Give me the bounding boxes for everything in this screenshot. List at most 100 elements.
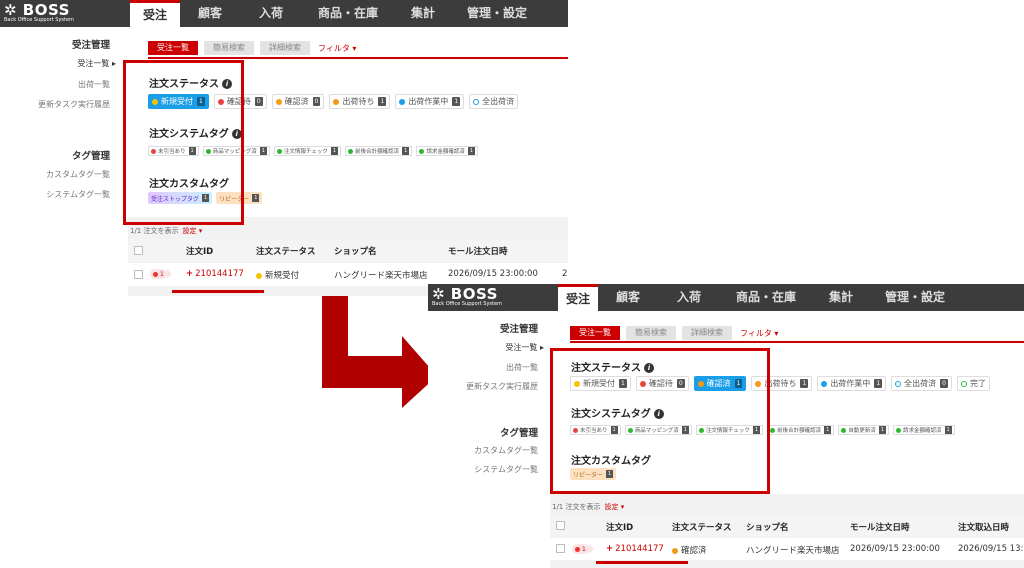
status-dot-icon <box>672 547 678 554</box>
list-settings-link[interactable]: 設定 ▾ <box>183 227 203 235</box>
col-mall-date[interactable]: モール注文日時 <box>850 521 910 533</box>
table-row[interactable]: 1 +210144177 確認済 ハングリード楽天市場店 2026/09/15 … <box>550 538 1024 560</box>
list-count-line: 1/1 注文を表示 設定 ▾ <box>130 227 203 235</box>
row-checkbox[interactable] <box>556 544 565 553</box>
nav-tab-products[interactable]: 商品・在庫 <box>720 284 812 311</box>
nav-tab-settings[interactable]: 管理・設定 <box>870 284 960 311</box>
boss-logo: ✲ BOSS Back Office Support System <box>432 285 502 307</box>
system-tag-chip[interactable]: 自動更新済 1 <box>838 425 890 435</box>
nav-tab-products[interactable]: 商品・在庫 <box>302 0 394 27</box>
subtab-detail-search[interactable]: 詳細検索 <box>260 41 310 55</box>
col-shop[interactable]: ショップ名 <box>746 521 789 533</box>
sidebar-item-custom-tags[interactable]: カスタムタグ一覧 <box>474 445 538 456</box>
filter-toggle[interactable]: フィルタ ▾ <box>318 43 356 54</box>
list-settings-link[interactable]: 設定 ▾ <box>605 503 625 511</box>
top-nav-bar: ✲ BOSS Back Office Support System 受注 顧客 … <box>0 0 568 27</box>
sidebar-item-system-tags[interactable]: システムタグ一覧 <box>46 189 110 200</box>
row-shop: ハングリード楽天市場店 <box>334 271 428 281</box>
expand-plus-icon[interactable]: + <box>606 544 613 554</box>
system-tag-chip[interactable]: 請求金額確認済 1 <box>416 146 479 156</box>
sidebar-item-order-list[interactable]: 受注一覧 ▸ <box>77 58 116 69</box>
table-row[interactable]: 1 +210144177 新規受付 ハングリード楽天市場店 2026/09/15… <box>128 263 568 286</box>
subtab-simple-search[interactable]: 簡易検索 <box>626 326 676 340</box>
nav-tab-arrivals[interactable]: 入荷 <box>658 284 720 311</box>
table-header: 注文ID 注文ステータス ショップ名 モール注文日時 <box>128 239 568 262</box>
status-chip[interactable]: 全出荷済 <box>469 94 519 109</box>
nav-tab-orders[interactable]: 受注 <box>130 0 180 27</box>
system-tag-chip[interactable]: 請求金額確認済 1 <box>893 425 955 435</box>
row-import-date: 2026/09/15 13: <box>958 544 1024 554</box>
row-status: 確認済 <box>672 544 707 556</box>
tag-dot-icon <box>770 427 776 433</box>
select-all-checkbox[interactable] <box>134 246 143 255</box>
subtab-order-list[interactable]: 受注一覧 <box>148 41 198 55</box>
subtab-underline <box>570 341 1024 343</box>
order-id-link[interactable]: +210144177 <box>606 544 664 554</box>
nav-tab-arrivals[interactable]: 入荷 <box>240 0 302 27</box>
sidebar-item-shipping[interactable]: 出荷一覧 <box>78 79 110 90</box>
tag-dot-icon <box>419 148 425 154</box>
col-order-id[interactable]: 注文ID <box>606 521 633 533</box>
status-chip[interactable]: 確認済 0 <box>271 94 325 109</box>
sidebar-item-system-tags[interactable]: システムタグ一覧 <box>474 464 538 475</box>
status-chip[interactable]: 出荷作業中 1 <box>395 94 465 109</box>
col-status[interactable]: 注文ステータス <box>672 521 732 533</box>
table-header: 注文ID 注文ステータス ショップ名 モール注文日時 注文取込日時 <box>550 515 1024 537</box>
row-mall-date: 2026/09/15 23:00:00 <box>850 544 940 554</box>
sidebar-head-tags: タグ管理 <box>71 151 110 162</box>
system-tag-chip[interactable]: 前後合計額確認済 1 <box>345 146 413 156</box>
sidebar: 受注管理 受注一覧 ▸ 出荷一覧 更新タスク実行履歴 タグ管理 カスタムタグ一覧… <box>0 27 118 296</box>
highlight-box-filters <box>123 60 244 225</box>
tag-dot-icon <box>841 427 847 433</box>
col-status[interactable]: 注文ステータス <box>256 245 316 257</box>
nav-tab-reports[interactable]: 集計 <box>812 284 870 311</box>
sidebar: 受注管理 受注一覧 ▸ 出荷一覧 更新タスク実行履歴 タグ管理 カスタムタグ一覧… <box>428 311 546 568</box>
col-mall-date[interactable]: モール注文日時 <box>448 245 508 257</box>
expand-plus-icon[interactable]: + <box>186 269 193 279</box>
system-tag-chip[interactable]: 注文情報チェック 1 <box>273 146 342 156</box>
col-shop[interactable]: ショップ名 <box>334 245 377 257</box>
system-tag-chip[interactable]: 前後合計額確認済 1 <box>767 425 835 435</box>
status-chip[interactable]: 完了 <box>956 376 990 391</box>
filter-toggle[interactable]: フィルタ ▾ <box>740 328 778 339</box>
subtab-underline <box>148 57 568 59</box>
tag-dot-icon <box>896 427 902 433</box>
status-chip[interactable]: 全出荷済 0 <box>891 376 952 391</box>
nav-tab-settings[interactable]: 管理・設定 <box>452 0 542 27</box>
nav-tab-orders[interactable]: 受注 <box>558 284 598 311</box>
sidebar-head-orders: 受注管理 <box>71 40 110 51</box>
status-ring-icon <box>895 380 902 387</box>
highlight-box-filters <box>550 348 770 494</box>
screenshot-after: ✲ BOSS Back Office Support System 受注 顧客 … <box>428 284 1024 568</box>
top-nav-bar: ✲ BOSS Back Office Support System 受注 顧客 … <box>428 284 1024 311</box>
row-checkbox[interactable] <box>134 270 143 279</box>
status-dot-icon <box>333 98 340 105</box>
nav-tab-customers[interactable]: 顧客 <box>598 284 658 311</box>
status-chip[interactable]: 出荷作業中 1 <box>817 376 887 391</box>
status-dot-icon <box>399 98 406 105</box>
status-chip[interactable]: 出荷待ち 1 <box>329 94 391 109</box>
sidebar-item-update-history[interactable]: 更新タスク実行履歴 <box>466 381 538 392</box>
subtab-order-list[interactable]: 受注一覧 <box>570 326 620 340</box>
order-id-link[interactable]: +210144177 <box>186 269 244 279</box>
nav-tab-customers[interactable]: 顧客 <box>180 0 240 27</box>
sidebar-item-custom-tags[interactable]: カスタムタグ一覧 <box>46 169 110 180</box>
sidebar-item-order-list[interactable]: 受注一覧 ▸ <box>505 342 544 353</box>
sidebar-head-orders: 受注管理 <box>499 324 538 335</box>
status-ring-icon <box>473 98 480 105</box>
status-ring-icon <box>960 380 967 387</box>
sidebar-head-tags: タグ管理 <box>499 428 538 439</box>
sidebar-item-shipping[interactable]: 出荷一覧 <box>506 362 538 373</box>
sidebar-item-update-history[interactable]: 更新タスク実行履歴 <box>38 99 110 110</box>
transition-arrow-icon <box>322 296 437 408</box>
row-status: 新規受付 <box>256 269 299 281</box>
row-mall-date: 2026/09/15 23:00:00 <box>448 269 538 279</box>
col-order-id[interactable]: 注文ID <box>186 245 213 257</box>
nav-tab-reports[interactable]: 集計 <box>394 0 452 27</box>
select-all-checkbox[interactable] <box>556 521 565 530</box>
subtab-simple-search[interactable]: 簡易検索 <box>204 41 254 55</box>
col-import-date[interactable]: 注文取込日時 <box>958 521 1009 533</box>
subtab-detail-search[interactable]: 詳細検索 <box>682 326 732 340</box>
row-badge: 1 <box>150 269 172 280</box>
highlight-underline-order <box>596 561 688 564</box>
